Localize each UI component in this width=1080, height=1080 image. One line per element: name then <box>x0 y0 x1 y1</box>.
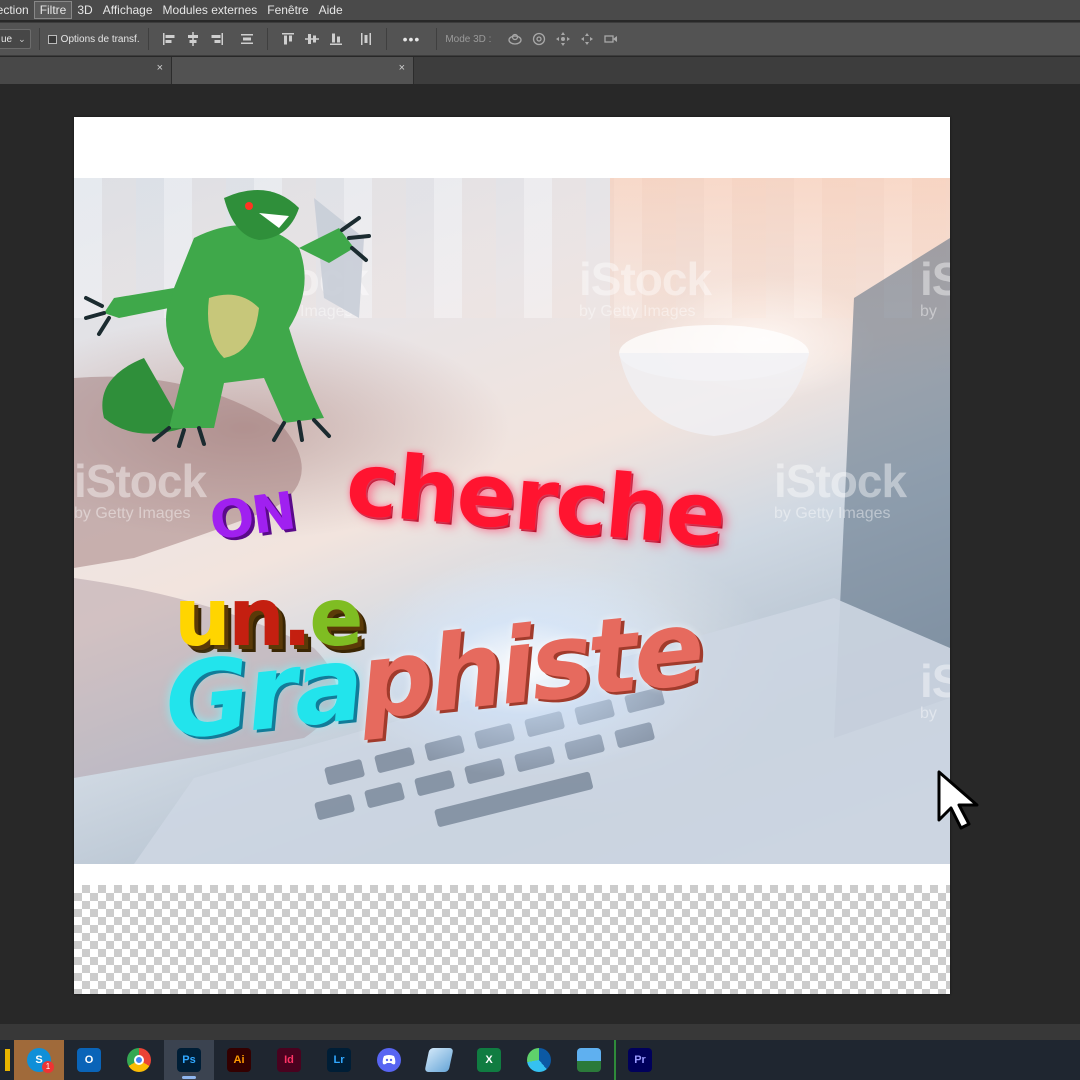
slide-3d-icon[interactable] <box>579 31 595 47</box>
taskbar-edge <box>0 1040 14 1080</box>
transform-controls-label: Options de transf. <box>60 33 140 45</box>
photos-icon <box>577 1048 601 1072</box>
headline-graphiste-gra: Gra <box>159 622 366 764</box>
taskbar-outlook[interactable]: O <box>64 1040 114 1080</box>
orbit-3d-icon[interactable] <box>507 31 523 47</box>
photoshop-window: lection Filtre 3D Affichage Modules exte… <box>0 0 1080 1080</box>
menu-3d[interactable]: 3D <box>72 1 97 19</box>
align-right-edges-icon[interactable] <box>209 31 225 47</box>
divider <box>147 28 149 50</box>
edge-icon <box>527 1048 551 1072</box>
taskbar-skype[interactable]: S 1 <box>14 1040 64 1080</box>
scale-3d-icon[interactable] <box>603 31 619 47</box>
align-vertical-centers-icon[interactable] <box>304 31 320 47</box>
watermark: iS by <box>920 655 950 722</box>
watermark: iSt by <box>920 253 950 320</box>
menu-modules-externes[interactable]: Modules externes <box>158 1 263 19</box>
taskbar-indesign[interactable]: Id <box>264 1040 314 1080</box>
taskbar-chrome[interactable] <box>114 1040 164 1080</box>
taskbar: S 1 O Ps Ai Id Lr X Pr <box>0 1040 1080 1080</box>
roll-3d-icon[interactable] <box>531 31 547 47</box>
status-strip <box>0 1024 1080 1040</box>
more-options-button[interactable]: ••• <box>403 31 421 47</box>
document-tab-bar: × × <box>0 57 1080 84</box>
taskbar-premiere[interactable]: Pr <box>614 1040 664 1080</box>
auto-select-dropdown[interactable]: ue ⌄ <box>0 29 31 49</box>
divider <box>385 28 387 50</box>
background-photo: iStock by Getty Images iStock by Getty I… <box>74 178 950 864</box>
watermark: iStock by Getty Images <box>74 455 207 522</box>
options-bar: ue ⌄ Options de transf. ••• Mode 3D: <box>0 22 1080 56</box>
menu-affichage[interactable]: Affichage <box>98 1 158 19</box>
taskbar-lightroom[interactable]: Lr <box>314 1040 364 1080</box>
align-top-edges-icon[interactable] <box>280 31 296 47</box>
document-tab-active[interactable]: × <box>172 57 414 84</box>
outlook-icon: O <box>77 1048 101 1072</box>
chrome-icon <box>127 1048 151 1072</box>
taskbar-excel[interactable]: X <box>464 1040 514 1080</box>
distribute-vertical-icon[interactable] <box>239 31 255 47</box>
menu-filtre[interactable]: Filtre <box>33 1 73 19</box>
divider <box>38 28 40 50</box>
lightroom-icon: Lr <box>327 1048 351 1072</box>
divider <box>436 28 438 50</box>
watermark: iStock by Getty Images <box>774 455 907 522</box>
headline-on: ON <box>206 481 298 553</box>
discord-icon <box>377 1048 401 1072</box>
chevron-down-icon: ⌄ <box>18 33 26 44</box>
mode-3d-label: Mode 3D : <box>445 33 492 45</box>
align-left-edges-icon[interactable] <box>161 31 177 47</box>
close-icon[interactable]: × <box>399 62 405 74</box>
menu-aide[interactable]: Aide <box>314 1 348 19</box>
illustrator-icon: Ai <box>227 1048 251 1072</box>
watermark: iStock by Getty Images <box>579 253 712 320</box>
mouse-cursor-icon <box>937 770 979 830</box>
menu-fenetre[interactable]: Fenêtre <box>262 1 313 19</box>
dropdown-value: ue <box>1 33 13 45</box>
menu-selection[interactable]: lection <box>0 1 34 19</box>
document-canvas[interactable]: iStock by Getty Images iStock by Getty I… <box>74 117 950 994</box>
taskbar-illustrator[interactable]: Ai <box>214 1040 264 1080</box>
close-icon[interactable]: × <box>157 62 163 74</box>
notification-badge: 1 <box>42 1061 54 1073</box>
align-horizontal-centers-icon[interactable] <box>185 31 201 47</box>
file-explorer-icon[interactable] <box>4 1049 10 1071</box>
menu-bar: lection Filtre 3D Affichage Modules exte… <box>0 0 1080 20</box>
transparent-area <box>74 885 950 994</box>
align-bottom-edges-icon[interactable] <box>328 31 344 47</box>
taskbar-edge[interactable] <box>514 1040 564 1080</box>
taskbar-photoshop[interactable]: Ps <box>164 1040 214 1080</box>
premiere-icon: Pr <box>628 1048 652 1072</box>
pan-3d-icon[interactable] <box>555 31 571 47</box>
indesign-icon: Id <box>277 1048 301 1072</box>
taskbar-photos[interactable] <box>564 1040 614 1080</box>
document-tab[interactable]: × <box>0 57 172 84</box>
active-indicator <box>182 1076 196 1079</box>
green-monster-illustration <box>84 190 371 448</box>
divider <box>266 28 268 50</box>
photoshop-icon: Ps <box>177 1048 201 1072</box>
taskbar-discord[interactable] <box>364 1040 414 1080</box>
distribute-horizontal-icon[interactable] <box>358 31 374 47</box>
excel-icon: X <box>477 1048 501 1072</box>
taskbar-notes[interactable] <box>414 1040 464 1080</box>
transform-controls-checkbox[interactable] <box>47 34 57 44</box>
notes-icon <box>424 1048 454 1072</box>
